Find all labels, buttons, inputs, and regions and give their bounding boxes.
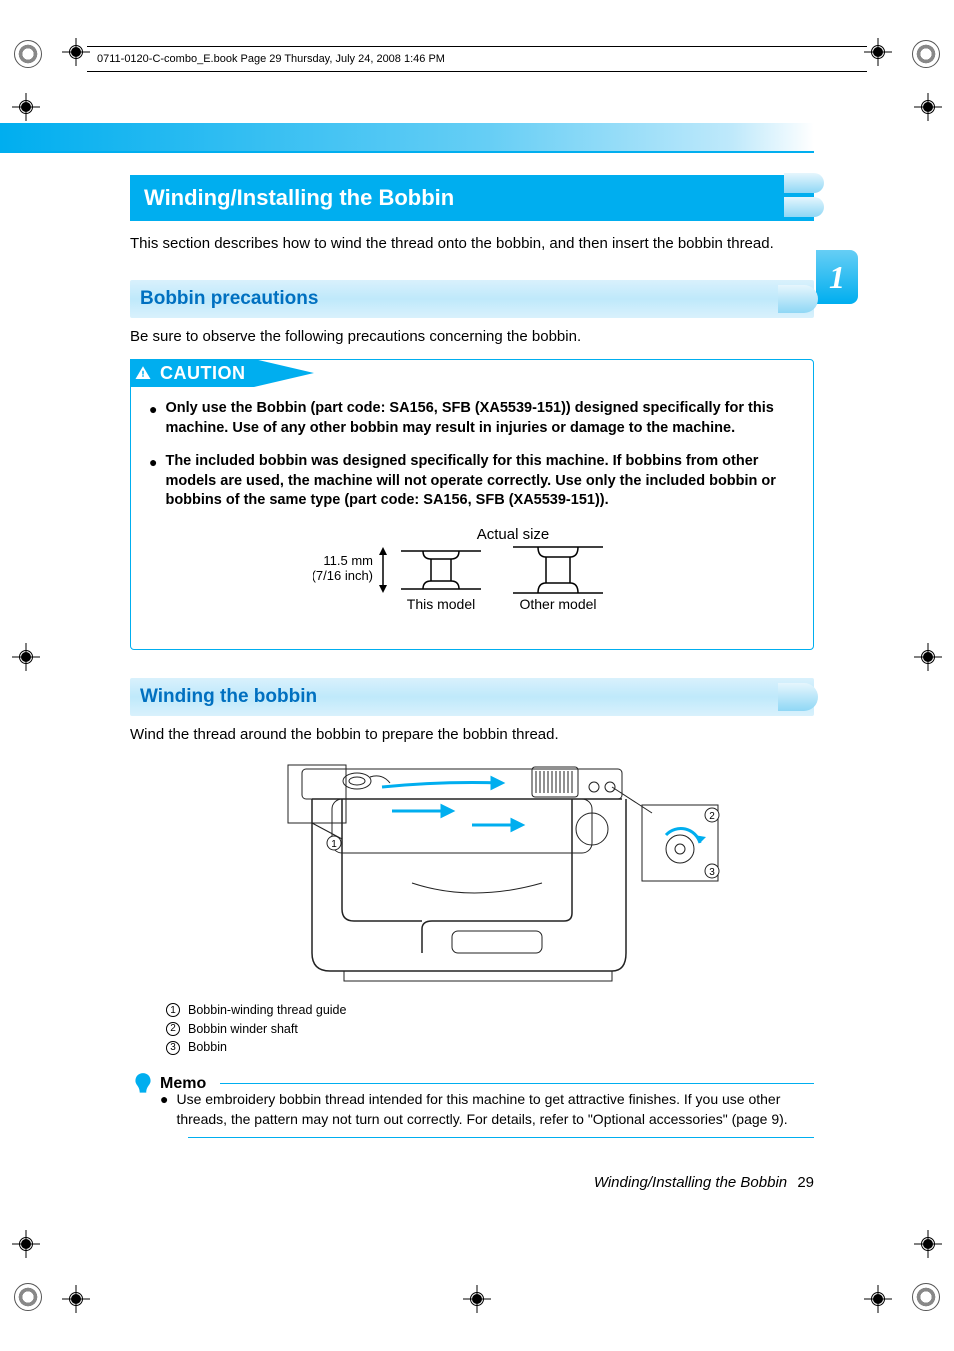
crossmark-bc: [465, 1287, 489, 1311]
diagram-title: Actual size: [477, 526, 550, 543]
footer-title: Winding/Installing the Bobbin: [594, 1174, 787, 1191]
regmark-tr: [912, 40, 940, 68]
diagram-this-model: This model: [407, 596, 475, 612]
crossmark-br2: [916, 1232, 940, 1256]
caution-item-1-text: Only use the Bobbin (part code: SA156, S…: [165, 399, 797, 438]
caution-item-2-text: The included bobbin was designed specifi…: [165, 452, 797, 511]
crossmark-cr: [916, 645, 940, 669]
svg-text:3: 3: [709, 867, 715, 878]
crossmark-cl: [14, 645, 38, 669]
title-decor: [764, 179, 824, 217]
memo-label: Memo: [160, 1075, 216, 1093]
callout-legend: 1Bobbin-winding thread guide 2Bobbin win…: [166, 1001, 814, 1057]
section1-body: Be sure to observe the following precaut…: [130, 328, 814, 345]
bullet-icon: ●: [149, 452, 157, 511]
header-band: [0, 123, 814, 153]
caution-item-2: ● The included bobbin was designed speci…: [149, 452, 797, 511]
bobbin-size-diagram: Actual size 11.5 mm (7/16 inch): [149, 525, 797, 625]
intro-text: This section describes how to wind the t…: [130, 235, 814, 252]
callout-1-text: Bobbin-winding thread guide: [188, 1001, 346, 1020]
bullet-icon: ●: [160, 1090, 168, 1129]
memo-icon: [130, 1071, 156, 1097]
caution-label: CAUTION: [156, 360, 254, 387]
crossmark-mr: [916, 95, 940, 119]
machine-diagram: 1: [130, 753, 814, 993]
crossmark-br3: [866, 1287, 890, 1311]
crossmark-ml: [14, 95, 38, 119]
callout-1: 1Bobbin-winding thread guide: [166, 1001, 814, 1020]
chapter-tab: 1: [816, 250, 858, 304]
crossmark-tl: [64, 40, 88, 64]
page-title: Winding/Installing the Bobbin: [130, 175, 814, 221]
diagram-mm: 11.5 mm: [323, 553, 373, 568]
section2-body: Wind the thread around the bobbin to pre…: [130, 726, 814, 743]
diagram-other-model: Other model: [519, 596, 596, 612]
svg-text:1: 1: [331, 839, 337, 850]
regmark-tl: [14, 40, 42, 68]
callout-3-text: Bobbin: [188, 1038, 227, 1057]
page-footer: Winding/Installing the Bobbin 29: [130, 1174, 814, 1191]
diagram-in: (7/16 inch): [313, 568, 373, 583]
page-title-text: Winding/Installing the Bobbin: [144, 185, 454, 210]
crossmark-bl3: [64, 1287, 88, 1311]
section-bobbin-precautions: Bobbin precautions: [130, 280, 814, 318]
callout-3: 3Bobbin: [166, 1038, 814, 1057]
bullet-icon: ●: [149, 399, 157, 438]
crossmark-bl2: [14, 1232, 38, 1256]
section2-label: Winding the bobbin: [140, 686, 317, 708]
regmark-br: [912, 1283, 940, 1311]
section1-label: Bobbin precautions: [140, 288, 318, 310]
svg-text:2: 2: [709, 811, 715, 822]
warning-icon: [130, 359, 156, 387]
caution-item-1: ● Only use the Bobbin (part code: SA156,…: [149, 399, 797, 438]
crossmark-tr: [866, 40, 890, 64]
print-header: 0711-0120-C-combo_E.book Page 29 Thursda…: [87, 46, 867, 72]
callout-2: 2Bobbin winder shaft: [166, 1020, 814, 1039]
caution-box: CAUTION ● Only use the Bobbin (part code…: [130, 359, 814, 650]
memo-section: Memo ● Use embroidery bobbin thread inte…: [130, 1075, 814, 1138]
callout-2-text: Bobbin winder shaft: [188, 1020, 298, 1039]
memo-text: Use embroidery bobbin thread intended fo…: [176, 1090, 814, 1129]
regmark-bl: [14, 1283, 42, 1311]
footer-pagenum: 29: [797, 1174, 814, 1191]
section-winding-bobbin: Winding the bobbin: [130, 678, 814, 716]
